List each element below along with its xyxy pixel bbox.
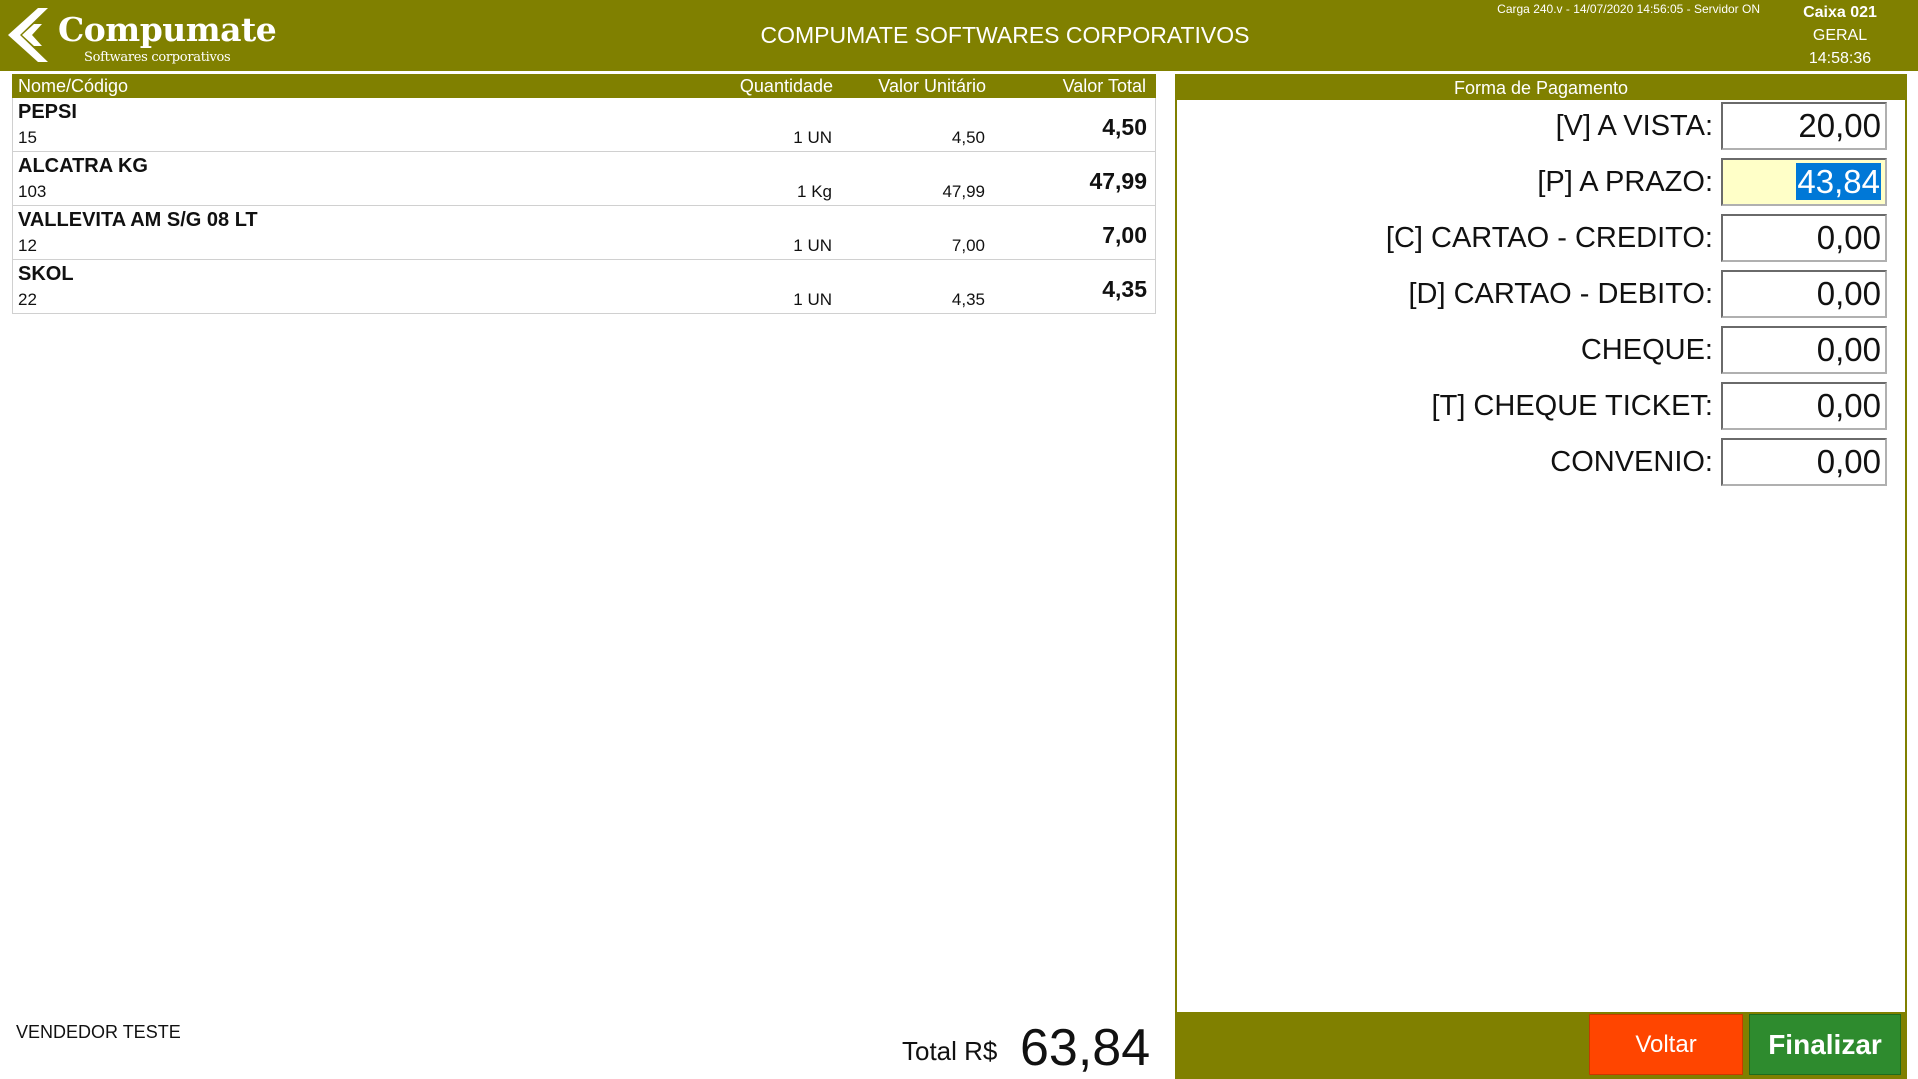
logo-tagline: Softwares corporativos bbox=[84, 50, 231, 65]
item-name: ALCATRA KG bbox=[18, 155, 148, 177]
payment-actions: Voltar Finalizar bbox=[1177, 1012, 1905, 1077]
compumate-logo: Compumate Softwares corporativos bbox=[4, 4, 277, 68]
column-name: Nome/Código bbox=[18, 76, 129, 96]
item-unit-price: 4,50 bbox=[951, 128, 985, 147]
logo-name: Compumate bbox=[58, 10, 277, 49]
table-row[interactable]: PEPSI 15 1 UN 4,50 4,50 bbox=[12, 98, 1156, 152]
item-name: VALLEVITA AM S/G 08 LT bbox=[18, 209, 258, 231]
payment-row-cartao-credito: [C] CARTAO - CREDITO: 0,00 bbox=[1177, 214, 1905, 262]
voltar-button[interactable]: Voltar bbox=[1589, 1014, 1743, 1075]
convenio-input[interactable]: 0,00 bbox=[1721, 438, 1887, 486]
payment-label: CHEQUE: bbox=[1580, 334, 1713, 366]
item-total: 7,00 bbox=[1102, 222, 1147, 248]
item-unit-price: 4,35 bbox=[951, 290, 985, 309]
payment-label: [D] CARTAO - DEBITO: bbox=[1408, 278, 1713, 310]
item-quantity: 1 UN bbox=[793, 128, 832, 147]
register-group: GERAL bbox=[1812, 27, 1868, 44]
payment-panel: Forma de Pagamento [V] A VISTA: 20,00 [P… bbox=[1175, 74, 1907, 1079]
chevron-logo-icon bbox=[8, 8, 48, 62]
register-number: Caixa 021 bbox=[1803, 4, 1877, 21]
column-total: Valor Total bbox=[1062, 76, 1146, 96]
seller-name: VENDEDOR TESTE bbox=[16, 1022, 181, 1042]
payment-label: [T] CHEQUE TICKET: bbox=[1431, 390, 1713, 422]
column-quantity: Quantidade bbox=[739, 76, 833, 96]
item-unit-price: 7,00 bbox=[951, 236, 985, 255]
item-code: 103 bbox=[18, 182, 47, 201]
payment-row-cheque: CHEQUE: 0,00 bbox=[1177, 326, 1905, 374]
payment-row-convenio: CONVENIO: 0,00 bbox=[1177, 438, 1905, 486]
items-table-header: Nome/Código Quantidade Valor Unitário Va… bbox=[12, 74, 1156, 98]
payment-label: [P] A PRAZO: bbox=[1537, 166, 1713, 198]
payment-label: [C] CARTAO - CREDITO: bbox=[1385, 222, 1713, 254]
clock: 14:58:36 bbox=[1808, 50, 1872, 67]
table-row[interactable]: SKOL 22 1 UN 4,35 4,35 bbox=[12, 260, 1156, 314]
payment-row-cartao-debito: [D] CARTAO - DEBITO: 0,00 bbox=[1177, 270, 1905, 318]
item-name: PEPSI bbox=[18, 101, 77, 123]
a-prazo-input[interactable]: 43,84 bbox=[1721, 158, 1887, 206]
item-total: 4,35 bbox=[1102, 276, 1147, 302]
items-table: Nome/Código Quantidade Valor Unitário Va… bbox=[12, 74, 1156, 314]
item-name: SKOL bbox=[18, 263, 74, 285]
item-code: 12 bbox=[18, 236, 37, 255]
cheque-ticket-input[interactable]: 0,00 bbox=[1721, 382, 1887, 430]
table-row[interactable]: ALCATRA KG 103 1 Kg 47,99 47,99 bbox=[12, 152, 1156, 206]
item-unit-price: 47,99 bbox=[942, 182, 985, 201]
payment-label: CONVENIO: bbox=[1550, 446, 1713, 478]
server-status: Carga 240.v - 14/07/2020 14:56:05 - Serv… bbox=[1497, 2, 1760, 16]
app-header: Compumate Softwares corporativos COMPUMA… bbox=[0, 0, 1918, 71]
item-total: 4,50 bbox=[1102, 114, 1147, 140]
selected-value: 43,84 bbox=[1796, 163, 1881, 200]
item-total: 47,99 bbox=[1089, 168, 1147, 194]
column-unit-price: Valor Unitário bbox=[878, 76, 986, 96]
item-quantity: 1 UN bbox=[793, 236, 832, 255]
item-quantity: 1 UN bbox=[793, 290, 832, 309]
cartao-credito-input[interactable]: 0,00 bbox=[1721, 214, 1887, 262]
item-code: 15 bbox=[18, 128, 37, 147]
payment-label: [V] A VISTA: bbox=[1555, 110, 1713, 142]
total-label: Total R$ bbox=[902, 1036, 998, 1066]
page-title: COMPUMATE SOFTWARES CORPORATIVOS bbox=[760, 22, 1250, 48]
finalizar-button[interactable]: Finalizar bbox=[1749, 1014, 1901, 1075]
payment-row-a-prazo: [P] A PRAZO: 43,84 bbox=[1177, 158, 1905, 206]
item-quantity: 1 Kg bbox=[797, 182, 832, 201]
payment-row-cheque-ticket: [T] CHEQUE TICKET: 0,00 bbox=[1177, 382, 1905, 430]
payment-row-a-vista: [V] A VISTA: 20,00 bbox=[1177, 102, 1905, 150]
item-code: 22 bbox=[18, 290, 37, 309]
cartao-debito-input[interactable]: 0,00 bbox=[1721, 270, 1887, 318]
table-row[interactable]: VALLEVITA AM S/G 08 LT 12 1 UN 7,00 7,00 bbox=[12, 206, 1156, 260]
payment-panel-title: Forma de Pagamento bbox=[1177, 76, 1905, 100]
register-info: Caixa 021 GERAL 14:58:36 bbox=[1780, 2, 1900, 70]
cheque-input[interactable]: 0,00 bbox=[1721, 326, 1887, 374]
total-value: 63,84 bbox=[1020, 1019, 1151, 1077]
a-vista-input[interactable]: 20,00 bbox=[1721, 102, 1887, 150]
